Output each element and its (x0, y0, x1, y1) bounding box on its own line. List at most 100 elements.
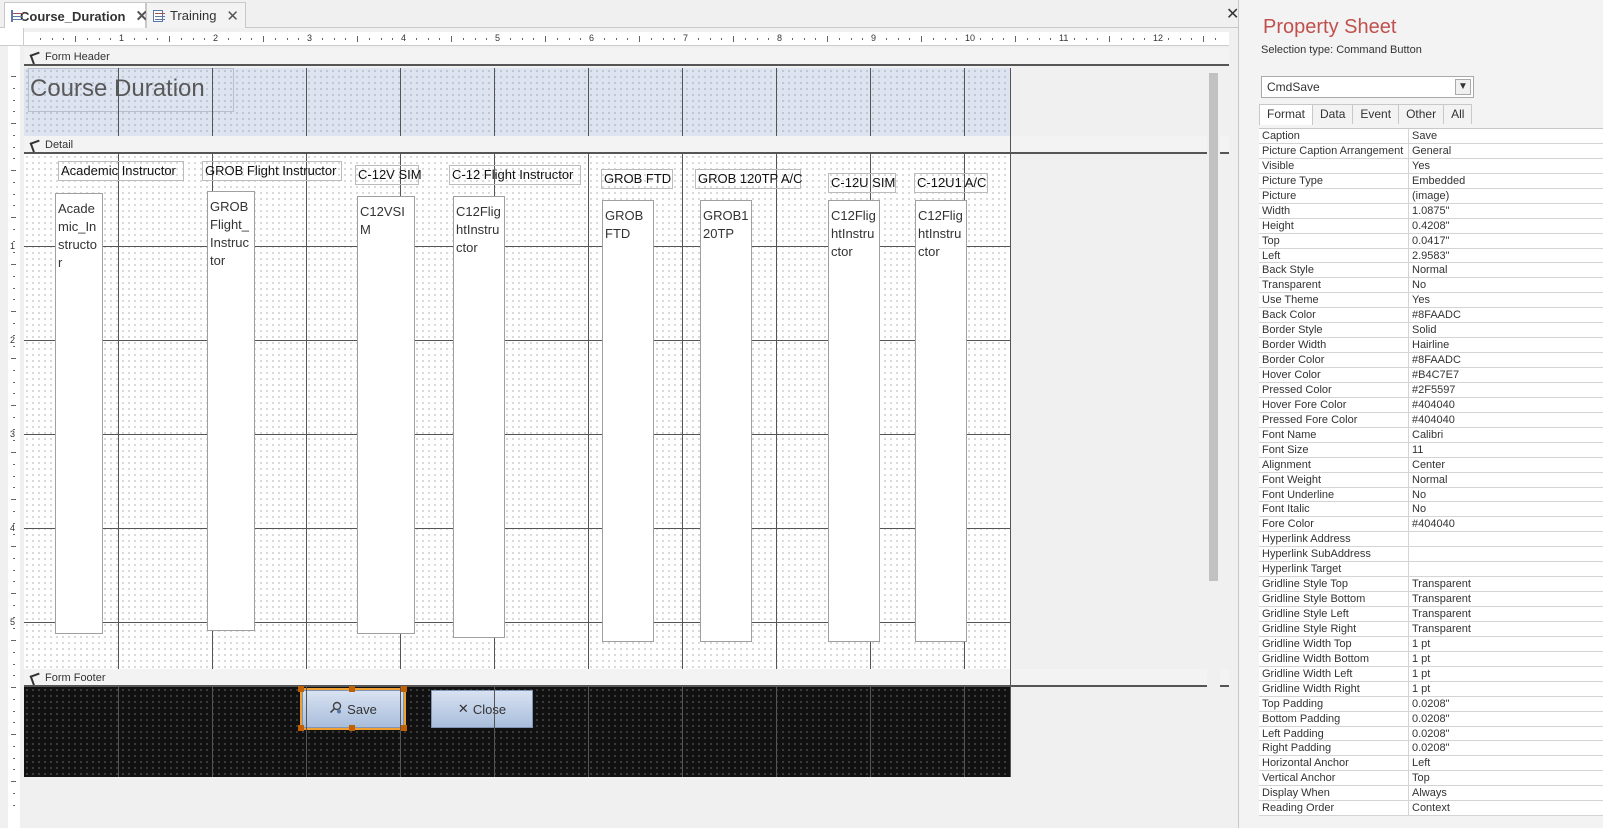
property-value[interactable]: No (1409, 488, 1603, 502)
property-row[interactable]: Hyperlink Target (1259, 562, 1603, 578)
field-label[interactable]: C-12 Flight Instructor (449, 165, 581, 185)
ruler-corner[interactable] (0, 28, 24, 46)
property-value[interactable]: 0.0417" (1409, 234, 1603, 248)
property-row[interactable]: Font Name Calibri (1259, 427, 1603, 443)
property-row[interactable]: Reading Order Context (1259, 801, 1603, 817)
property-value[interactable]: General (1409, 144, 1603, 158)
detail-bar[interactable]: Detail (24, 136, 1229, 154)
property-value[interactable]: 0.0208" (1409, 712, 1603, 726)
form-title-label[interactable]: Course Duration (28, 68, 234, 112)
close-icon[interactable]: ✕ (226, 7, 239, 25)
tab-course-duration[interactable]: Course_Duration ✕ (4, 2, 148, 29)
property-row[interactable]: Hover Color #B4C7E7 (1259, 368, 1603, 383)
property-row[interactable]: Use Theme Yes (1259, 293, 1603, 309)
property-value[interactable]: Left (1409, 756, 1603, 770)
property-value[interactable]: Hairline (1409, 338, 1603, 352)
property-row[interactable]: Left 2.9583" (1259, 248, 1603, 264)
property-value[interactable]: No (1409, 502, 1603, 516)
vertical-ruler[interactable]: 1 2 3 4 5 (8, 46, 20, 828)
property-value[interactable]: 2.9583" (1409, 249, 1603, 263)
property-value[interactable]: 1 pt (1409, 652, 1603, 666)
object-selector[interactable]: CmdSave ▼ (1261, 76, 1474, 98)
property-value[interactable]: (image) (1409, 189, 1603, 203)
tab-format[interactable]: Format (1259, 104, 1314, 125)
property-value[interactable]: 11 (1409, 443, 1603, 457)
field-textbox[interactable]: C12VSIM (357, 196, 415, 634)
resize-handle[interactable] (298, 725, 304, 731)
property-value[interactable]: Top (1409, 771, 1603, 785)
property-row[interactable]: Transparent No (1259, 278, 1603, 294)
property-value[interactable]: 0.0208" (1409, 741, 1603, 755)
save-button[interactable]: Save (300, 688, 406, 730)
property-row[interactable]: Font Italic No (1259, 502, 1603, 518)
property-value[interactable]: 1 pt (1409, 682, 1603, 696)
property-value[interactable]: #8FAADC (1409, 353, 1603, 367)
property-value[interactable]: Always (1409, 786, 1603, 800)
resize-handle[interactable] (401, 686, 407, 692)
property-value[interactable]: No (1409, 278, 1603, 292)
property-value[interactable]: 0.4208" (1409, 219, 1603, 233)
property-row[interactable]: Gridline Style Bottom Transparent (1259, 592, 1603, 607)
resize-handle[interactable] (349, 725, 355, 731)
field-label[interactable]: C-12U SIM (828, 173, 896, 193)
property-row[interactable]: Gridline Width Left 1 pt (1259, 666, 1603, 682)
property-value[interactable]: 0.0208" (1409, 697, 1603, 711)
property-value[interactable]: #404040 (1409, 413, 1603, 427)
property-value[interactable]: #B4C7E7 (1409, 368, 1603, 382)
resize-handle[interactable] (349, 686, 355, 692)
property-value[interactable]: Embedded (1409, 174, 1603, 188)
scroll-thumb[interactable] (1209, 73, 1218, 581)
tab-other[interactable]: Other (1398, 104, 1445, 124)
property-row[interactable]: Fore Color #404040 (1259, 517, 1603, 533)
property-row[interactable]: Top Padding 0.0208" (1259, 696, 1603, 712)
property-value[interactable]: Solid (1409, 323, 1603, 337)
property-row[interactable]: Gridline Width Bottom 1 pt (1259, 651, 1603, 667)
property-value[interactable]: Calibri (1409, 428, 1603, 442)
property-row[interactable]: Picture Caption Arrangement General (1259, 143, 1603, 159)
property-row[interactable]: Caption Save (1259, 129, 1603, 144)
property-row[interactable]: Gridline Width Top 1 pt (1259, 636, 1603, 652)
field-textbox[interactable]: GROBFlight_Instructor (207, 191, 255, 631)
property-value[interactable]: 1.0875" (1409, 204, 1603, 218)
property-value[interactable]: Yes (1409, 159, 1603, 173)
property-row[interactable]: Gridline Style Right Transparent (1259, 621, 1603, 637)
field-label[interactable]: GROB Flight Instructor (202, 161, 342, 181)
field-textbox[interactable]: GROBFTD (602, 200, 654, 642)
property-value[interactable]: Yes (1409, 293, 1603, 307)
property-value[interactable]: Context (1409, 801, 1603, 815)
property-row[interactable]: Hover Fore Color #404040 (1259, 397, 1603, 413)
property-row[interactable]: Visible Yes (1259, 158, 1603, 174)
resize-handle[interactable] (401, 725, 407, 731)
designer-scrollbar[interactable] (1207, 67, 1220, 828)
property-row[interactable]: Pressed Color #2F5597 (1259, 382, 1603, 398)
property-row[interactable]: Vertical Anchor Top (1259, 771, 1603, 787)
property-row[interactable]: Border Color #8FAADC (1259, 353, 1603, 368)
property-value[interactable]: Normal (1409, 263, 1603, 277)
field-textbox[interactable]: C12FlightInstructor (828, 200, 880, 642)
property-row[interactable]: Picture Type Embedded (1259, 173, 1603, 189)
field-label[interactable]: GROB 120TP A/C (695, 169, 803, 189)
property-value[interactable] (1409, 547, 1603, 561)
property-row[interactable]: Bottom Padding 0.0208" (1259, 711, 1603, 727)
horizontal-ruler[interactable]: 1 2 3 4 5 6 7 8 9 10 11 12 (24, 32, 1229, 46)
property-value[interactable] (1409, 562, 1603, 576)
property-value[interactable]: Transparent (1409, 592, 1603, 606)
property-value[interactable]: Transparent (1409, 577, 1603, 591)
field-textbox[interactable]: Academic_Instructor (55, 193, 103, 634)
property-value[interactable]: 1 pt (1409, 637, 1603, 651)
property-row[interactable]: Alignment Center (1259, 457, 1603, 473)
property-value[interactable]: 1 pt (1409, 667, 1603, 681)
property-row[interactable]: Hyperlink Address (1259, 532, 1603, 548)
property-value[interactable] (1409, 532, 1603, 546)
property-row[interactable]: Right Padding 0.0208" (1259, 741, 1603, 757)
field-label[interactable]: C-12U1 A/C (914, 173, 988, 193)
property-row[interactable]: Font Underline No (1259, 487, 1603, 503)
property-row[interactable]: Gridline Width Right 1 pt (1259, 681, 1603, 697)
property-value[interactable]: #404040 (1409, 398, 1603, 412)
tab-training[interactable]: Training ✕ (146, 2, 246, 28)
resize-handle[interactable] (298, 686, 304, 692)
form-header-bar[interactable]: Form Header (24, 48, 1229, 66)
property-value[interactable]: Transparent (1409, 622, 1603, 636)
chevron-down-icon[interactable]: ▼ (1455, 79, 1471, 95)
property-row[interactable]: Width 1.0875" (1259, 203, 1603, 219)
